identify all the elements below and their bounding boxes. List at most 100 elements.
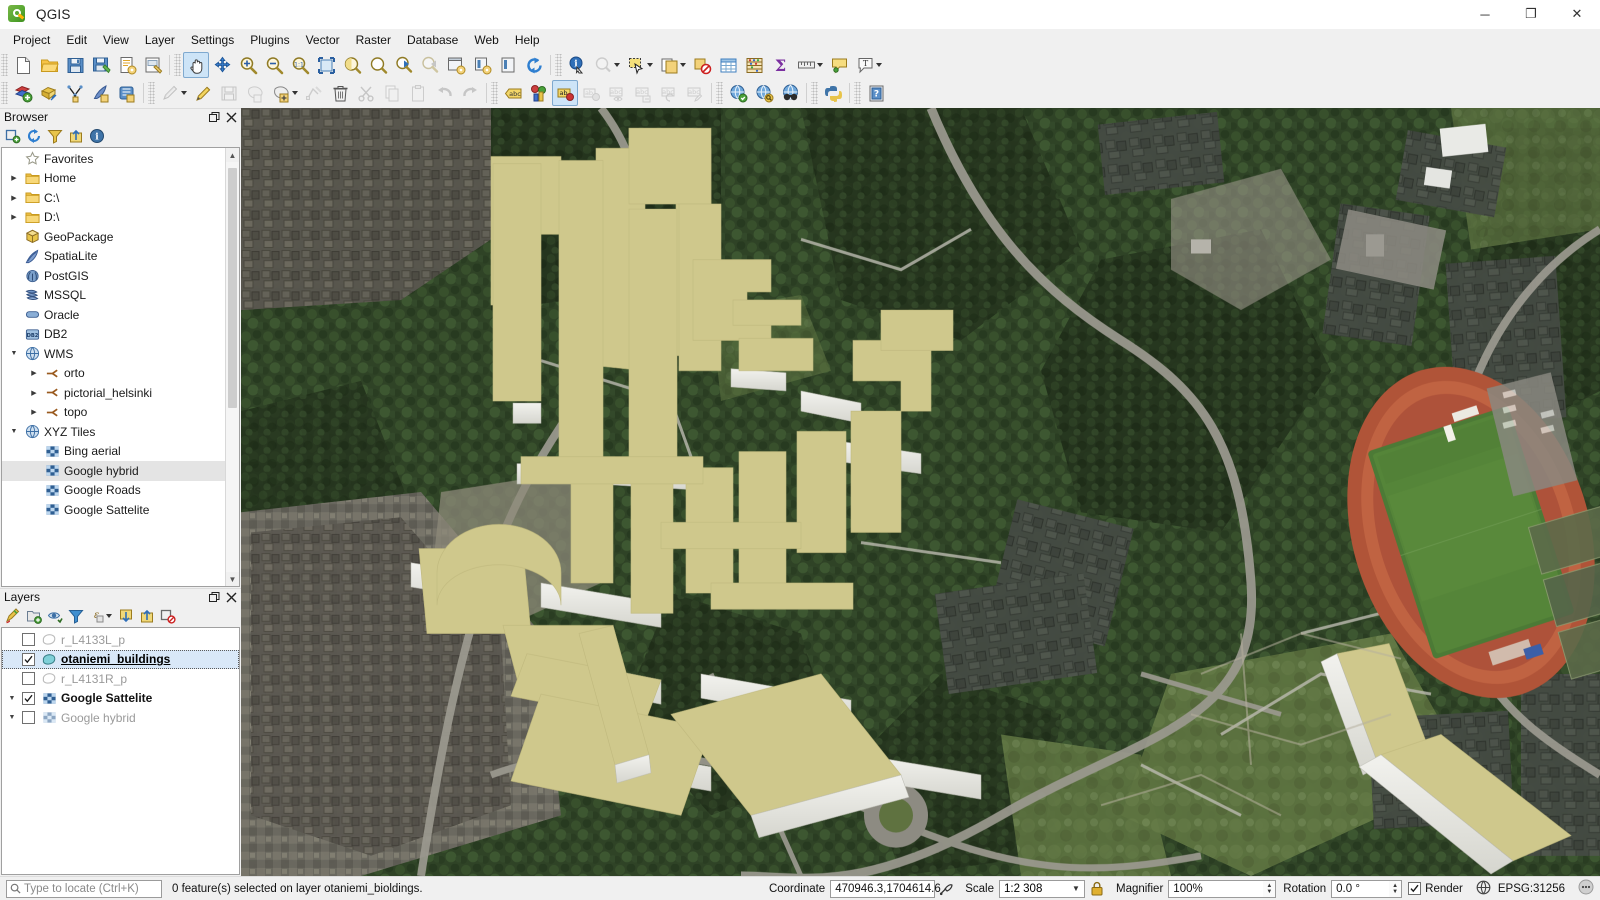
browser-item-geopackage[interactable]: GeoPackage [2,227,225,247]
layer-visibility-checkbox[interactable] [22,711,35,725]
add-selected-layers-icon[interactable] [3,126,23,146]
menu-view[interactable]: View [95,30,137,50]
toolbar-grip[interactable] [854,82,861,104]
layer-row-google-hybrid[interactable]: ▼ Google hybrid [2,708,239,728]
browser-item-pictorial-helsinki[interactable]: ▶ pictorial_helsinki [2,383,225,403]
help-contents-icon[interactable]: ? [863,80,889,106]
rotate-label-icon[interactable]: abc [656,80,682,106]
label-icon[interactable]: abc [500,80,526,106]
rotation-stepper[interactable]: ▲ ▼ [1389,879,1403,898]
add-polygon-feature-icon[interactable] [242,80,268,106]
toolbar-grip[interactable] [555,54,562,76]
zoom-to-layer-icon[interactable] [365,52,391,78]
open-attribute-table-icon[interactable] [656,52,682,78]
crs-label[interactable]: EPSG:31256 [1498,883,1565,895]
zoom-last-icon[interactable] [391,52,417,78]
pan-to-selection-icon[interactable] [209,52,235,78]
map-tips-icon[interactable] [826,52,852,78]
layer-row-otaniemi-buildings[interactable]: otaniemi_buildings [2,649,239,669]
zoom-out-icon[interactable] [261,52,287,78]
zoom-to-selection-icon[interactable] [339,52,365,78]
crs-globe-icon[interactable] [1476,880,1491,898]
toolbar-grip[interactable] [716,82,723,104]
zoom-next-icon[interactable] [417,52,443,78]
change-label-icon[interactable]: abc [682,80,708,106]
pin-labels-icon[interactable]: ab [552,80,578,106]
current-edits-icon[interactable] [157,80,183,106]
filter-legend-icon[interactable] [66,606,86,626]
magnifier-stepper[interactable]: ▲ ▼ [1263,879,1277,898]
add-spatialite-layer-icon[interactable] [88,80,114,106]
move-label-icon[interactable]: abc [630,80,656,106]
statistical-summary-icon[interactable]: Σ [767,52,793,78]
browser-undock-icon[interactable] [207,110,221,124]
metasearch-icon[interactable] [725,80,751,106]
browser-item-c[interactable]: ▶ C:\ [2,188,225,208]
menu-layer[interactable]: Layer [137,30,183,50]
map-canvas[interactable] [241,108,1600,876]
text-annotation-icon[interactable]: T [852,52,878,78]
qgis-server-icon[interactable] [751,80,777,106]
cut-features-icon[interactable] [353,80,379,106]
layer-row-google-sattelite[interactable]: ▼ Google Sattelite [2,689,239,709]
paste-features-icon[interactable] [405,80,431,106]
layer-row-r-l4131r-p[interactable]: r_L4131R_p [2,669,239,689]
new-print-layout-icon[interactable] [114,52,140,78]
browser-tree[interactable]: Favorites ▶ Home ▶ C:\ ▶ D:\ GeoPackage SpatiaLi… [1,147,240,587]
chevron-down-icon[interactable]: ▼ [6,428,22,435]
lock-scale-icon[interactable] [1090,881,1104,896]
toggle-extents-icon[interactable] [939,881,954,896]
add-mesh-layer-icon[interactable] [62,80,88,106]
toolbar-grip[interactable] [491,82,498,104]
add-feature-icon[interactable] [268,80,294,106]
style-manager-icon[interactable] [526,80,552,106]
chevron-right-icon[interactable]: ▶ [6,174,22,182]
zoom-full-icon[interactable] [313,52,339,78]
scroll-down-arrow[interactable]: ▼ [226,572,239,586]
chevron-right-icon[interactable]: ▶ [26,389,42,397]
menu-raster[interactable]: Raster [348,30,399,50]
menu-settings[interactable]: Settings [183,30,242,50]
scale-combo[interactable]: 1:2 308 ▼ [998,879,1085,898]
menu-web[interactable]: Web [466,30,506,50]
open-layer-styling-panel-icon[interactable] [3,606,23,626]
layer-tree[interactable]: r_L4133L_p otaniemi_buildings r_L4131R_p ▼ G… [1,627,240,875]
undo-icon[interactable] [431,80,457,106]
rotation-value[interactable]: 0.0 ° [1331,879,1390,898]
delete-selected-icon[interactable] [327,80,353,106]
coordinate-value[interactable]: 470946.3,1704614.6 [830,879,941,898]
chevron-down-icon[interactable]: ▼ [4,695,20,702]
select-features-icon[interactable] [623,52,649,78]
expand-all-icon[interactable] [116,606,136,626]
chevron-right-icon[interactable]: ▶ [26,369,42,377]
browser-item-wms[interactable]: ▼ WMS [2,344,225,364]
browser-item-home[interactable]: ▶ Home [2,169,225,189]
field-calculator-icon[interactable] [741,52,767,78]
menu-edit[interactable]: Edit [58,30,95,50]
manage-map-themes-icon[interactable] [45,606,65,626]
menu-plugins[interactable]: Plugins [242,30,297,50]
layer-visibility-checkbox[interactable] [22,691,35,705]
layout-manager-icon[interactable] [140,52,166,78]
browser-close-icon[interactable] [224,110,238,124]
zoom-in-icon[interactable] [235,52,261,78]
browser-item-favorites[interactable]: Favorites [2,149,225,169]
zoom-native-icon[interactable]: 1:1 [287,52,313,78]
python-console-icon[interactable] [820,80,846,106]
scroll-track[interactable] [226,162,239,572]
show-hide-labels-icon[interactable]: abc [604,80,630,106]
toolbar-grip[interactable] [1,54,8,76]
browser-item-spatialite[interactable]: SpatiaLite [2,247,225,267]
chevron-right-icon[interactable]: ▶ [6,194,22,202]
browser-item-mssql[interactable]: MSSQL [2,286,225,306]
refresh-icon[interactable] [521,52,547,78]
open-project-icon[interactable] [36,52,62,78]
maximize-button[interactable]: ❐ [1508,0,1554,29]
attribute-table-icon[interactable] [715,52,741,78]
toggle-editing-icon[interactable] [190,80,216,106]
browser-item-xyz-tiles[interactable]: ▼ XYZ Tiles [2,422,225,442]
refresh-browser-icon[interactable] [24,126,44,146]
new-map-view-icon[interactable] [443,52,469,78]
chevron-right-icon[interactable]: ▶ [26,408,42,416]
chevron-right-icon[interactable]: ▶ [6,213,22,221]
